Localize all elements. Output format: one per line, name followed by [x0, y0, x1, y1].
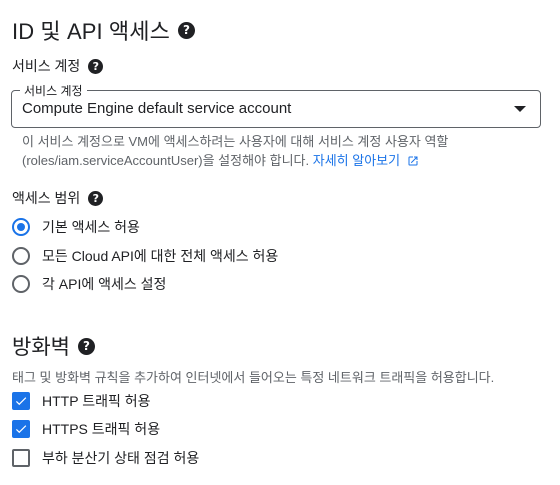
radio-selected[interactable] — [12, 218, 30, 236]
scope-option-label: 기본 액세스 허용 — [42, 219, 140, 235]
firewall-option-lb-health[interactable]: 부하 분산기 상태 점검 허용 — [12, 448, 199, 468]
help-icon[interactable]: ? — [177, 21, 195, 39]
access-section-header: ID 및 API 액세스 ? — [12, 14, 195, 46]
radio-unselected[interactable] — [12, 247, 30, 265]
help-icon[interactable]: ? — [77, 337, 95, 355]
checkbox-checked[interactable] — [12, 420, 30, 438]
service-account-field-label: 서비스 계정 — [20, 82, 87, 99]
hint-line-2-text: (roles/iam.serviceAccountUser)을 설정해야 합니다… — [22, 153, 310, 168]
help-icon[interactable]: ? — [88, 58, 104, 74]
scope-option-label: 각 API에 액세스 설정 — [42, 276, 167, 292]
scope-option-default[interactable]: 기본 액세스 허용 — [12, 217, 140, 237]
firewall-option-label: 부하 분산기 상태 점검 허용 — [42, 450, 200, 466]
radio-unselected[interactable] — [12, 275, 30, 293]
hint-line-1: 이 서비스 계정으로 VM에 액세스하려는 사용자에 대해 서비스 계정 사용자… — [22, 134, 449, 149]
service-account-hint: 이 서비스 계정으로 VM에 액세스하려는 사용자에 대해 서비스 계정 사용자… — [22, 132, 542, 170]
check-icon — [15, 397, 27, 406]
hint-line-2: (roles/iam.serviceAccountUser)을 설정해야 합니다… — [22, 151, 542, 170]
access-scope-label: 액세스 범위 — [12, 190, 81, 206]
access-section-title: ID 및 API 액세스 — [12, 19, 170, 44]
service-account-select[interactable]: 서비스 계정 Compute Engine default service ac… — [11, 82, 541, 128]
arrow-drop-down-icon — [514, 106, 526, 112]
check-icon — [15, 425, 27, 434]
scope-option-custom[interactable]: 각 API에 액세스 설정 — [12, 274, 166, 294]
help-icon[interactable]: ? — [88, 190, 104, 206]
service-account-label: 서비스 계정 — [12, 58, 81, 74]
checkbox-checked[interactable] — [12, 392, 30, 410]
firewall-option-label: HTTP 트래픽 허용 — [42, 393, 151, 409]
firewall-description: 태그 및 방화벽 규칙을 추가하여 인터넷에서 들어오는 특정 네트워크 트래픽… — [12, 370, 495, 385]
open-in-new-icon[interactable] — [407, 155, 419, 167]
service-account-heading: 서비스 계정 ? — [12, 56, 104, 76]
scope-option-label: 모든 Cloud API에 대한 전체 액세스 허용 — [42, 248, 279, 264]
access-scope-heading: 액세스 범위 ? — [12, 188, 104, 208]
firewall-section-header: 방화벽 ? — [12, 331, 95, 361]
service-account-value: Compute Engine default service account — [22, 100, 292, 117]
firewall-option-http[interactable]: HTTP 트래픽 허용 — [12, 391, 150, 411]
learn-more-link[interactable]: 자세히 알아보기 — [313, 153, 400, 168]
checkbox-unchecked[interactable] — [12, 449, 30, 467]
firewall-section-title: 방화벽 — [12, 336, 70, 359]
firewall-option-label: HTTPS 트래픽 허용 — [42, 421, 161, 437]
firewall-option-https[interactable]: HTTPS 트래픽 허용 — [12, 419, 160, 439]
scope-option-full[interactable]: 모든 Cloud API에 대한 전체 액세스 허용 — [12, 246, 278, 266]
